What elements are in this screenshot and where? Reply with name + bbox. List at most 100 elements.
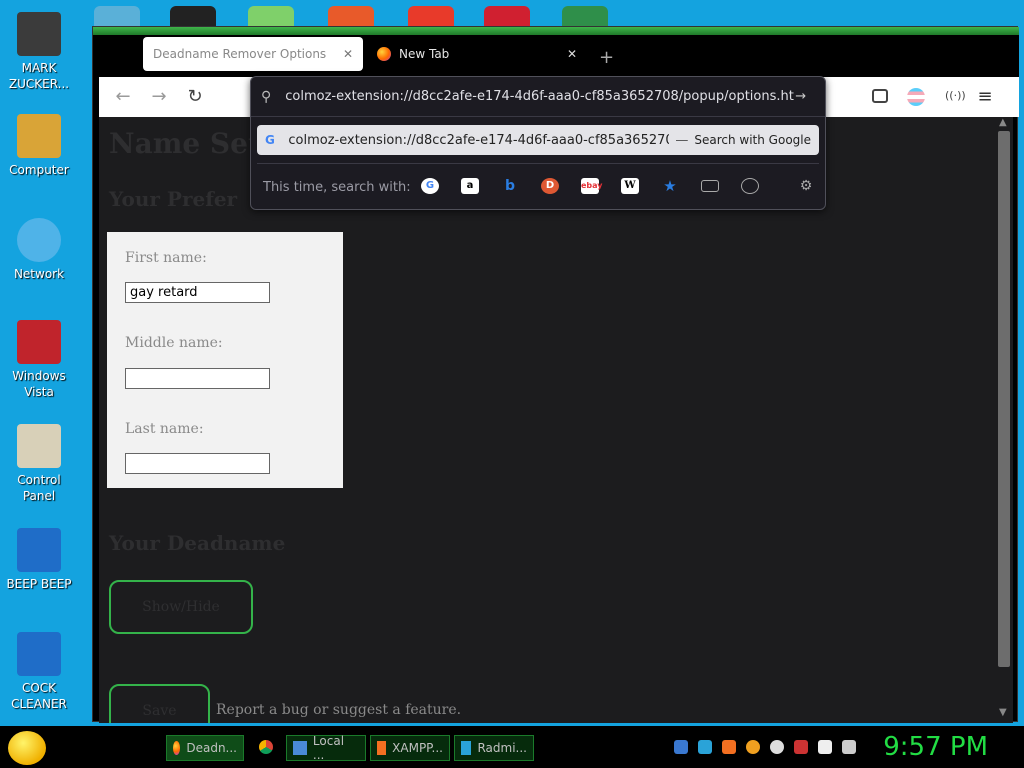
app-icon [17, 528, 61, 572]
wikipedia-icon[interactable]: W [621, 178, 639, 194]
history-icon[interactable] [741, 178, 759, 194]
bookmarks-icon[interactable]: ★ [661, 178, 679, 194]
forward-button[interactable]: → [149, 87, 169, 107]
taskbar: Deadn... Local ... XAMPP... Radmi... 9:5… [0, 726, 1024, 768]
suggestion-dash: — [675, 132, 689, 148]
search-tray-icon[interactable] [746, 740, 760, 754]
control-panel-icon [17, 424, 61, 468]
task-label: Local ... [312, 734, 345, 762]
pocket-icon[interactable] [872, 89, 888, 103]
scroll-up-icon[interactable]: ▲ [999, 117, 1007, 128]
volume-tray-icon[interactable] [842, 740, 856, 754]
desktop-icon-label: BEEP BEEP [6, 577, 72, 591]
tab-title: Deadname Remover Options [153, 47, 327, 61]
search-with-text: This time, search with: [263, 179, 411, 195]
desktop-icon-network[interactable]: Network [0, 218, 78, 282]
page-scrollbar[interactable]: ▲ ▼ [994, 117, 1013, 723]
tab-title: New Tab [399, 47, 450, 61]
middle-name-field[interactable] [125, 368, 270, 389]
desktop-icon-computer[interactable]: Computer [0, 114, 78, 178]
taskbar-item-radmin[interactable]: Radmi... [454, 735, 534, 761]
firefox-icon [173, 741, 181, 755]
firefox-icon [377, 47, 391, 61]
back-button[interactable]: ← [113, 87, 133, 107]
google-icon[interactable]: G [421, 178, 439, 194]
first-name-label: First name: [125, 250, 207, 266]
desktop-icon-label: Network [13, 267, 65, 281]
url-bar[interactable]: ⚲ colmoz-extension://d8cc2afe-e174-4d6f-… [251, 77, 825, 117]
scroll-down-icon[interactable]: ▼ [999, 707, 1007, 718]
ebay-icon[interactable]: ebay [581, 178, 603, 194]
desktop-icon-label: Windows Vista [12, 369, 66, 399]
show-hide-button[interactable]: Show/Hide [109, 580, 253, 634]
amazon-icon[interactable]: a [461, 178, 479, 194]
xampp-icon [377, 741, 387, 755]
start-button[interactable] [8, 731, 46, 765]
tab-new-tab[interactable]: New Tab ✕ [367, 37, 587, 71]
recycle-bin-icon [17, 320, 61, 364]
preferred-name-heading: Your Prefer [109, 187, 238, 211]
desktop-icon-windows-vista[interactable]: Windows Vista [0, 320, 78, 400]
duckduckgo-icon[interactable]: D [541, 178, 559, 194]
task-label: XAMPP... [392, 741, 443, 755]
extension-icon[interactable]: ((·)) [945, 89, 966, 102]
taskbar-item-local[interactable]: Local ... [286, 734, 366, 762]
reload-button[interactable]: ↻ [185, 87, 205, 107]
save-button[interactable]: Save [109, 684, 210, 723]
tab-deadname-remover-options[interactable]: Deadname Remover Options ✕ [143, 37, 363, 71]
preferred-name-form: First name: Middle name: Last name: [107, 232, 343, 488]
user-icon [17, 12, 61, 56]
desktop-icon-mark-zucker[interactable]: MARK ZUCKER... [0, 12, 78, 92]
desktop-icon-label: COCK CLEANER [11, 681, 67, 711]
xampp-tray-icon[interactable] [722, 740, 736, 754]
last-name-label: Last name: [125, 421, 204, 437]
radmin-tray-icon[interactable] [698, 740, 712, 754]
app-icon [17, 632, 61, 676]
search-icon: ⚲ [261, 88, 272, 105]
tabs-icon[interactable] [701, 180, 719, 192]
new-tab-button[interactable]: + [599, 47, 614, 68]
deadname-heading: Your Deadname [109, 531, 286, 555]
globe-icon [17, 218, 61, 262]
desktop-icon-beep-beep[interactable]: BEEP BEEP [0, 528, 78, 592]
status-tray-icon[interactable] [770, 740, 784, 754]
bing-icon[interactable]: b [501, 178, 519, 194]
suggestion-text: colmoz-extension://d8cc2afe-e174-4d6f-aa… [288, 132, 670, 148]
report-bug-link[interactable]: Report a bug or suggest a feature. [216, 702, 461, 718]
desktop-icon-label: Computer [9, 163, 69, 177]
browser-window: Deadname Remover Options ✕ New Tab ✕ + ←… [92, 26, 1019, 723]
close-tab-icon[interactable]: ✕ [567, 47, 577, 61]
folder-icon [293, 741, 307, 755]
google-icon: G [265, 133, 275, 147]
extension-icon[interactable] [907, 88, 925, 106]
close-tab-icon[interactable]: ✕ [343, 47, 353, 61]
chrome-icon[interactable] [259, 740, 273, 754]
desktop-icon-cock-cleaner[interactable]: COCK CLEANER [0, 632, 78, 712]
scrollbar-thumb[interactable] [998, 131, 1010, 667]
display-tray-icon[interactable] [818, 740, 832, 754]
taskbar-clock[interactable]: 9:57 PM [883, 732, 988, 762]
go-arrow-icon[interactable]: → [795, 89, 806, 104]
desktop-icon-control-panel[interactable]: Control Panel [0, 424, 78, 504]
settings-icon[interactable]: ⚙ [797, 178, 815, 194]
last-name-field[interactable] [125, 453, 270, 474]
desktop-icon-label: MARK ZUCKER... [8, 61, 70, 91]
middle-name-label: Middle name: [125, 335, 223, 351]
task-label: Radmi... [477, 741, 527, 755]
network-tray-icon[interactable] [674, 740, 688, 754]
taskbar-item-firefox[interactable]: Deadn... [166, 735, 244, 761]
search-with-label: This time, search with: [263, 177, 411, 197]
tab-strip: Deadname Remover Options ✕ New Tab ✕ + [93, 35, 1019, 77]
flag-tray-icon[interactable] [794, 740, 808, 754]
task-label: Deadn... [186, 741, 237, 755]
desktop-icon-label: Control Panel [17, 473, 61, 503]
divider [257, 163, 819, 164]
menu-icon[interactable]: ≡ [975, 87, 995, 107]
taskbar-item-xampp[interactable]: XAMPP... [370, 735, 450, 761]
suggestion-action: Search with Google [694, 133, 811, 147]
url-input[interactable]: colmoz-extension://d8cc2afe-e174-4d6f-aa… [285, 89, 795, 104]
url-suggestion[interactable]: G colmoz-extension://d8cc2afe-e174-4d6f-… [257, 125, 819, 155]
first-name-field[interactable] [125, 282, 270, 303]
computer-icon [17, 114, 61, 158]
window-titlebar[interactable] [93, 27, 1019, 35]
